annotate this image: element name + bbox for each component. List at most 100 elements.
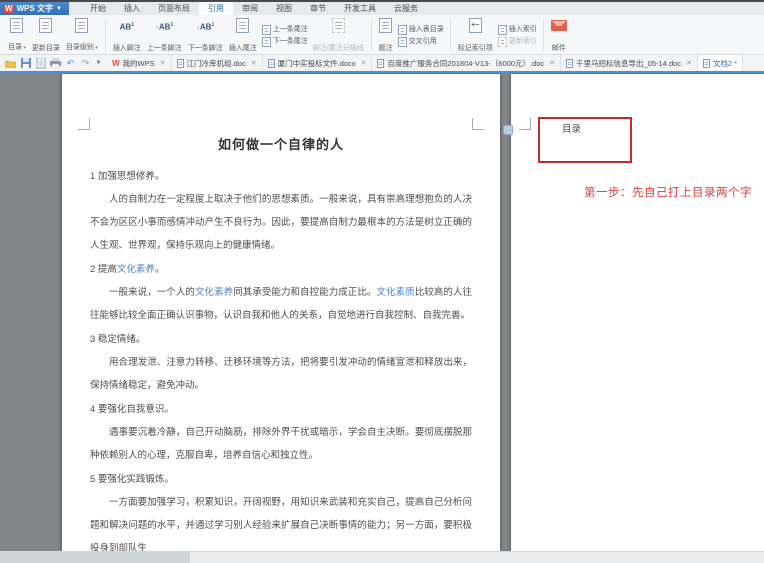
tab-developer[interactable]: 开发工具: [335, 2, 385, 15]
separator-line-icon: [332, 18, 345, 33]
heading-1[interactable]: 1 加强思想修养。: [90, 165, 472, 188]
prev-endnote-button[interactable]: 上一条尾注: [262, 25, 308, 35]
insert-footnote-button[interactable]: AB1 插入脚注: [110, 17, 144, 54]
open-folder-button[interactable]: [5, 58, 16, 69]
insert-endnote-icon: [236, 18, 249, 33]
cross-reference-button[interactable]: 交叉引用: [398, 37, 444, 47]
hyperlink-culture[interactable]: 文化素养: [195, 287, 233, 298]
tab-home[interactable]: 开始: [81, 2, 115, 15]
doc-tab-my-wps[interactable]: W 我的WPS ✕: [107, 55, 172, 71]
close-icon[interactable]: ✕: [686, 59, 692, 67]
group-divider: [450, 20, 451, 51]
insert-table-of-figures-button[interactable]: 插入表目录: [398, 25, 444, 35]
insert-index-icon: [498, 25, 507, 35]
insert-endnote-button[interactable]: 插入尾注: [226, 17, 260, 54]
margin-cropmark-icon: [78, 118, 90, 130]
tab-review[interactable]: 审阅: [233, 2, 267, 15]
heading-5[interactable]: 5 要强化实践锻炼。: [90, 468, 472, 491]
heading-4[interactable]: 4 要强化自我意识。: [90, 398, 472, 421]
quick-access-more-button[interactable]: ▼: [95, 58, 102, 69]
toc-level-icon: [75, 18, 88, 33]
paragraph-4[interactable]: 遇事要沉着冷静，自己开动脑筋，排除外界干扰或暗示，学会自主决断。要彻底摆脱那种依…: [90, 421, 472, 467]
mail-merge-button[interactable]: 邮件: [548, 17, 570, 54]
group-divider: [543, 20, 544, 51]
tab-page-layout[interactable]: 页面布局: [149, 2, 199, 15]
update-toc-icon: [39, 18, 52, 33]
page-1[interactable]: 如何做一个自律的人 1 加强思想修养。 人的自制力在一定程度上取决于他们的思想素…: [62, 74, 500, 552]
margin-cropmark-icon: [472, 118, 484, 130]
page-2[interactable]: 目录 第一步：先自己打上目录两个字: [511, 74, 764, 552]
heading-3[interactable]: 3 稳定情绪。: [90, 328, 472, 351]
update-index-button: 更新索引: [498, 37, 537, 47]
group-divider: [105, 20, 106, 51]
close-icon[interactable]: ✕: [361, 59, 367, 67]
index-stack: 插入索引 更新索引: [496, 17, 539, 54]
paragraph-1[interactable]: 人的自制力在一定程度上取决于他们的思想素质。一般来说，具有崇高理想抱负的人决不会…: [90, 188, 472, 257]
printer-icon: [50, 58, 61, 68]
doc-tab-2[interactable]: 厦门中实投标文件.docx ✕: [263, 55, 373, 71]
document-body[interactable]: 1 加强思想修养。 人的自制力在一定程度上取决于他们的思想素质。一般来说，具有崇…: [90, 165, 472, 552]
save-button[interactable]: [20, 58, 31, 69]
caption-button[interactable]: 题注: [376, 17, 396, 54]
group-divider: [371, 20, 372, 51]
doc-tab-4[interactable]: 千里马招标信息导出_05-14.doc ✕: [561, 55, 698, 71]
next-endnote-icon: [262, 37, 271, 47]
next-footnote-icon: ↓AB1: [196, 18, 214, 33]
toc-group: 目录 更新目录 目录级别: [2, 17, 104, 54]
tab-view[interactable]: 视图: [267, 2, 301, 15]
mark-index-entry-button[interactable]: +− 标记索引项: [455, 17, 496, 54]
toc-icon: [10, 18, 23, 33]
wps-menu-button[interactable]: W WPS 文字 ▼: [0, 2, 69, 15]
update-index-icon: [498, 37, 507, 47]
tab-references[interactable]: 引用: [199, 2, 233, 15]
doc-tab-document2-active[interactable]: 文档2 *: [698, 55, 743, 71]
close-icon[interactable]: ✕: [549, 59, 555, 67]
insert-index-button[interactable]: 插入索引: [498, 25, 537, 35]
titlebar: W WPS 文字 ▼ 开始 插入 页面布局 引用 审阅 视图 章节 开发工具 云…: [0, 2, 764, 15]
hyperlink-culture[interactable]: 文化素养: [117, 264, 155, 275]
document-tab-bar: ↶ ↷ ▼ W 我的WPS ✕ 江门冷库机组.doc ✕ 厦门中实投标文件.do…: [0, 55, 764, 71]
open-document-tabs: W 我的WPS ✕ 江门冷库机组.doc ✕ 厦门中实投标文件.docx ✕ 百…: [107, 55, 764, 71]
document-title[interactable]: 如何做一个自律的人: [90, 134, 472, 153]
prev-endnote-icon: [262, 25, 271, 35]
annotation-red-box[interactable]: [538, 117, 632, 163]
annotation-step-text[interactable]: 第一步：先自己打上目录两个字: [584, 184, 752, 200]
update-toc-button[interactable]: 更新目录: [29, 17, 63, 54]
caption-icon: [379, 18, 392, 33]
status-bar-segment: [0, 552, 190, 563]
doc-tab-1[interactable]: 江门冷库机组.doc ✕: [172, 55, 263, 71]
next-endnote-button[interactable]: 下一条尾注: [262, 37, 308, 47]
prev-footnote-icon: ↑AB1: [155, 18, 173, 33]
toc-button[interactable]: 目录: [5, 17, 29, 54]
toc-level-button[interactable]: 目录级别: [63, 17, 101, 54]
next-footnote-button[interactable]: ↓AB1 下一条脚注: [185, 17, 226, 54]
endnote-nav-stack: 上一条尾注 下一条尾注: [260, 17, 310, 54]
tab-insert[interactable]: 插入: [115, 2, 149, 15]
heading-2[interactable]: 2 提高文化素养。: [90, 258, 472, 281]
paragraph-5[interactable]: 一方面要加强学习，积累知识，开阔视野，用知识来武装和充实自己，提高自己分析问题和…: [90, 491, 472, 552]
page-gap-widget-icon[interactable]: [503, 125, 513, 135]
redo-button[interactable]: ↷: [80, 58, 91, 69]
hyperlink-culture-quality[interactable]: 文化素质: [376, 287, 414, 298]
document-icon: [703, 59, 710, 68]
undo-button[interactable]: ↶: [65, 58, 76, 69]
wps-logo-icon: W: [4, 5, 14, 13]
document-canvas: 如何做一个自律的人 1 加强思想修养。 人的自制力在一定程度上取决于他们的思想素…: [0, 73, 764, 552]
print-button[interactable]: [50, 58, 61, 69]
document-icon: [268, 59, 275, 68]
footnote-separator-line-button: 脚注/尾注分隔线: [310, 17, 367, 54]
prev-footnote-button[interactable]: ↑AB1 上一条脚注: [144, 17, 185, 54]
tab-section[interactable]: 章节: [301, 2, 335, 15]
close-icon[interactable]: ✕: [160, 59, 166, 67]
paragraph-2[interactable]: 一般来说，一个人的文化素养同其承受能力和自控能力成正比。文化素质比较高的人往往能…: [90, 281, 472, 327]
margin-cropmark-icon: [519, 118, 531, 130]
tab-cloud[interactable]: 云服务: [385, 2, 427, 15]
print-preview-button[interactable]: [35, 58, 46, 69]
doc-tab-3[interactable]: 百度推广服务合同201804-V13-（6000元）.doc ✕: [372, 55, 561, 71]
paragraph-3[interactable]: 用合理发泄、注意力转移、迁移环境等方法，把将要引发冲动的情绪宣泄和释放出来，保持…: [90, 351, 472, 397]
index-group: +− 标记索引项 插入索引 更新索引: [452, 17, 542, 54]
close-icon[interactable]: ✕: [251, 59, 257, 67]
document-icon: [177, 59, 184, 68]
ribbon-tab-strip: 开始 插入 页面布局 引用 审阅 视图 章节 开发工具 云服务: [81, 2, 427, 15]
status-bar-partial: [0, 551, 764, 563]
